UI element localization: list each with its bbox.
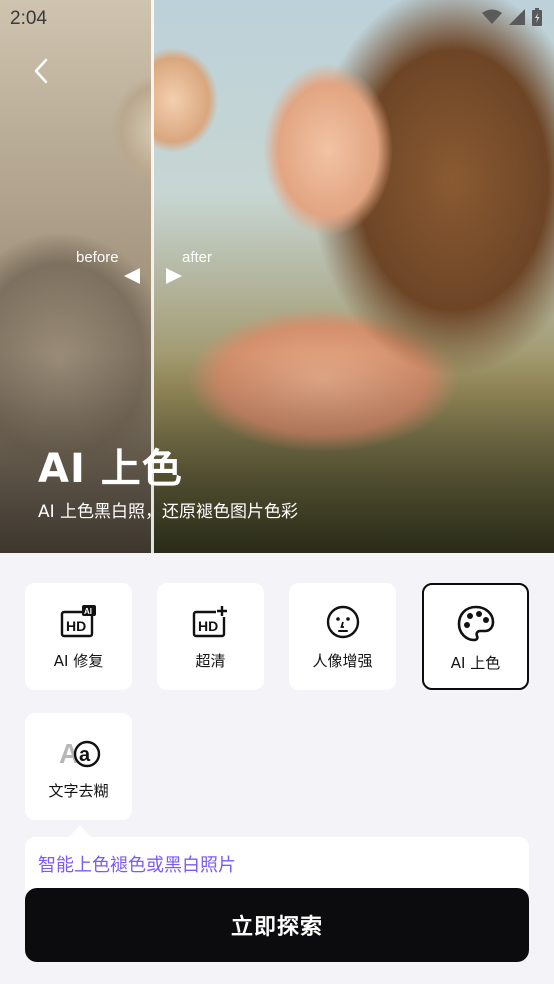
battery-icon bbox=[532, 8, 542, 26]
tool-label: AI 修复 bbox=[53, 652, 104, 670]
status-icons bbox=[482, 8, 542, 26]
after-label: after bbox=[182, 249, 213, 266]
status-time: 2:04 bbox=[10, 8, 47, 29]
tool-text-deblur[interactable]: A a 文字去糊 bbox=[25, 713, 132, 820]
wifi-icon bbox=[482, 9, 502, 24]
hd-plus-icon: HD bbox=[192, 602, 230, 642]
before-label: before bbox=[76, 249, 119, 266]
arrow-left-icon bbox=[124, 268, 140, 284]
tool-label: 文字去糊 bbox=[48, 782, 109, 800]
tool-label: AI 上色 bbox=[450, 654, 501, 672]
text-deblur-icon: A a bbox=[57, 732, 101, 772]
tool-super-resolution[interactable]: HD 超清 bbox=[157, 583, 264, 690]
palette-icon bbox=[456, 604, 496, 644]
tool-label: 人像增强 bbox=[312, 652, 373, 670]
signal-icon bbox=[509, 9, 525, 25]
arrow-right-icon bbox=[166, 268, 182, 284]
tool-ai-repair[interactable]: HD AI AI 修复 bbox=[25, 583, 132, 690]
hero-comparison-image: 2:04 before after AI 上色 AI 上色黑白照，还原褪色图片色… bbox=[0, 0, 554, 553]
tool-portrait-enhance[interactable]: 人像增强 bbox=[289, 583, 396, 690]
face-icon bbox=[325, 602, 361, 642]
svg-text:AI: AI bbox=[84, 607, 92, 616]
svg-text:HD: HD bbox=[66, 618, 86, 634]
feature-subtitle: AI 上色黑白照，还原褪色图片色彩 bbox=[38, 502, 299, 522]
svg-text:HD: HD bbox=[198, 618, 218, 634]
back-button[interactable] bbox=[24, 54, 58, 88]
feature-title: AI 上色 bbox=[38, 446, 183, 492]
hd-ai-icon: HD AI bbox=[60, 602, 98, 642]
tool-label: 超清 bbox=[195, 652, 226, 670]
tip-text: 智能上色褪色或黑白照片 bbox=[38, 855, 236, 876]
explore-now-button[interactable]: 立即探索 bbox=[25, 888, 529, 962]
chevron-left-icon bbox=[34, 58, 48, 84]
tool-ai-colorize[interactable]: AI 上色 bbox=[422, 583, 529, 690]
svg-text:a: a bbox=[79, 744, 91, 766]
